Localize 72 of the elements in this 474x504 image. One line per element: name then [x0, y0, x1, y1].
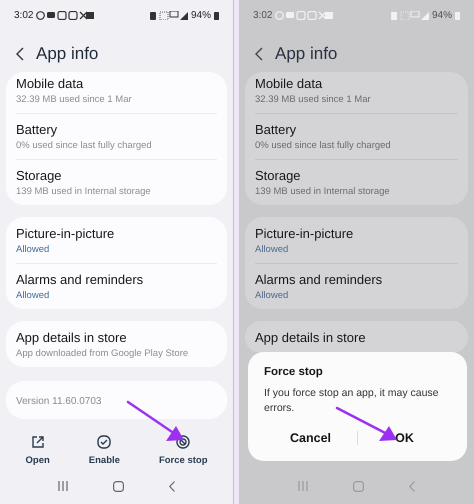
item-title: Storage	[16, 168, 63, 183]
pointer-arrow-drawing	[336, 406, 397, 441]
stop-circle-icon	[176, 435, 190, 449]
item-title: Battery	[255, 122, 298, 137]
item-subtitle: Allowed	[255, 244, 290, 255]
back-button[interactable]	[255, 47, 263, 61]
action-button[interactable]: Force stop	[158, 435, 208, 466]
page-title: App info	[275, 44, 338, 64]
settings-item[interactable]: Alarms and reminders Allowed	[16, 264, 217, 307]
version-text: Version 11.60.0703	[16, 396, 102, 407]
item-subtitle: 139 MB used in Internal storage	[16, 186, 152, 197]
item-title: Mobile data	[16, 76, 84, 91]
settings-item[interactable]: Picture-in-picture Allowed	[255, 222, 458, 264]
item-subtitle: Allowed	[255, 290, 290, 301]
item-subtitle: Allowed	[16, 290, 50, 301]
page-title: App info	[36, 44, 98, 64]
battery-icon	[214, 10, 219, 20]
dialog-message: If you force stop an app, it may cause errors.	[264, 386, 440, 416]
dialog-title: Force stop	[264, 366, 324, 378]
recents-icon	[298, 481, 308, 491]
home-icon	[112, 480, 124, 492]
item-title: App details in store	[255, 330, 367, 345]
settings-item[interactable]: Battery 0% used since last fully charged	[255, 114, 458, 160]
cancel-button[interactable]: Cancel	[264, 425, 357, 452]
item-subtitle: 0% used since last fully charged	[16, 140, 153, 151]
notification-icons-drawing	[36, 10, 94, 20]
item-title: Alarms and reminders	[16, 272, 144, 287]
settings-item[interactable]: Storage 139 MB used in Internal storage	[16, 160, 217, 203]
settings-item[interactable]: Mobile data 32.39 MB used since 1 Mar	[16, 72, 217, 114]
item-title: Battery	[16, 122, 58, 137]
back-icon	[16, 47, 24, 61]
recents-button[interactable]	[58, 481, 68, 491]
item-title: Storage	[255, 168, 302, 183]
battery-percent: 94%	[190, 10, 211, 20]
back-icon	[168, 480, 175, 492]
action-button[interactable]: Enable	[88, 435, 120, 466]
battery-icon	[455, 10, 460, 20]
item-title: Alarms and reminders	[255, 272, 384, 287]
back-button[interactable]	[16, 47, 24, 61]
item-title: Mobile data	[255, 76, 324, 91]
pointer-arrow-drawing	[126, 400, 184, 441]
settings-item[interactable]: Battery 0% used since last fully charged	[16, 114, 217, 160]
settings-item[interactable]: App details in store App downloaded from Google Play Store	[16, 326, 217, 365]
battery-percent: 94%	[432, 10, 452, 20]
settings-item[interactable]: Alarms and reminders Allowed	[255, 264, 458, 307]
item-subtitle: 32.39 MB used since 1 Mar	[255, 94, 372, 105]
ok-button[interactable]: OK	[358, 425, 451, 452]
status-time: 3:02	[14, 10, 34, 20]
open-external-icon	[30, 435, 45, 449]
home-icon	[352, 480, 364, 492]
back-icon	[255, 47, 263, 61]
item-subtitle: 139 MB used in Internal storage	[255, 186, 391, 197]
item-subtitle: Allowed	[16, 244, 50, 255]
notification-icons-drawing	[275, 10, 334, 20]
system-icons-drawing	[390, 10, 429, 20]
item-subtitle: App downloaded from Google Play Store	[16, 348, 190, 359]
home-button[interactable]	[112, 480, 124, 492]
recents-icon	[58, 481, 68, 491]
item-subtitle: 0% used since last fully charged	[255, 140, 392, 151]
settings-item[interactable]: Picture-in-picture Allowed	[16, 222, 217, 264]
back-nav-button[interactable]	[168, 480, 175, 492]
item-title: App details in store	[16, 330, 128, 345]
settings-item[interactable]: Storage 139 MB used in Internal storage	[255, 160, 458, 203]
back-icon	[409, 480, 416, 492]
item-title: Picture-in-picture	[16, 226, 116, 241]
item-subtitle: 32.39 MB used since 1 Mar	[16, 94, 133, 105]
settings-item[interactable]: Mobile data 32.39 MB used since 1 Mar	[255, 72, 458, 114]
item-title: Picture-in-picture	[255, 226, 354, 241]
status-time: 3:02	[253, 10, 272, 20]
system-icons-drawing	[150, 10, 188, 20]
action-button[interactable]: Open	[26, 435, 50, 466]
settings-item[interactable]: App details in store	[255, 326, 458, 351]
